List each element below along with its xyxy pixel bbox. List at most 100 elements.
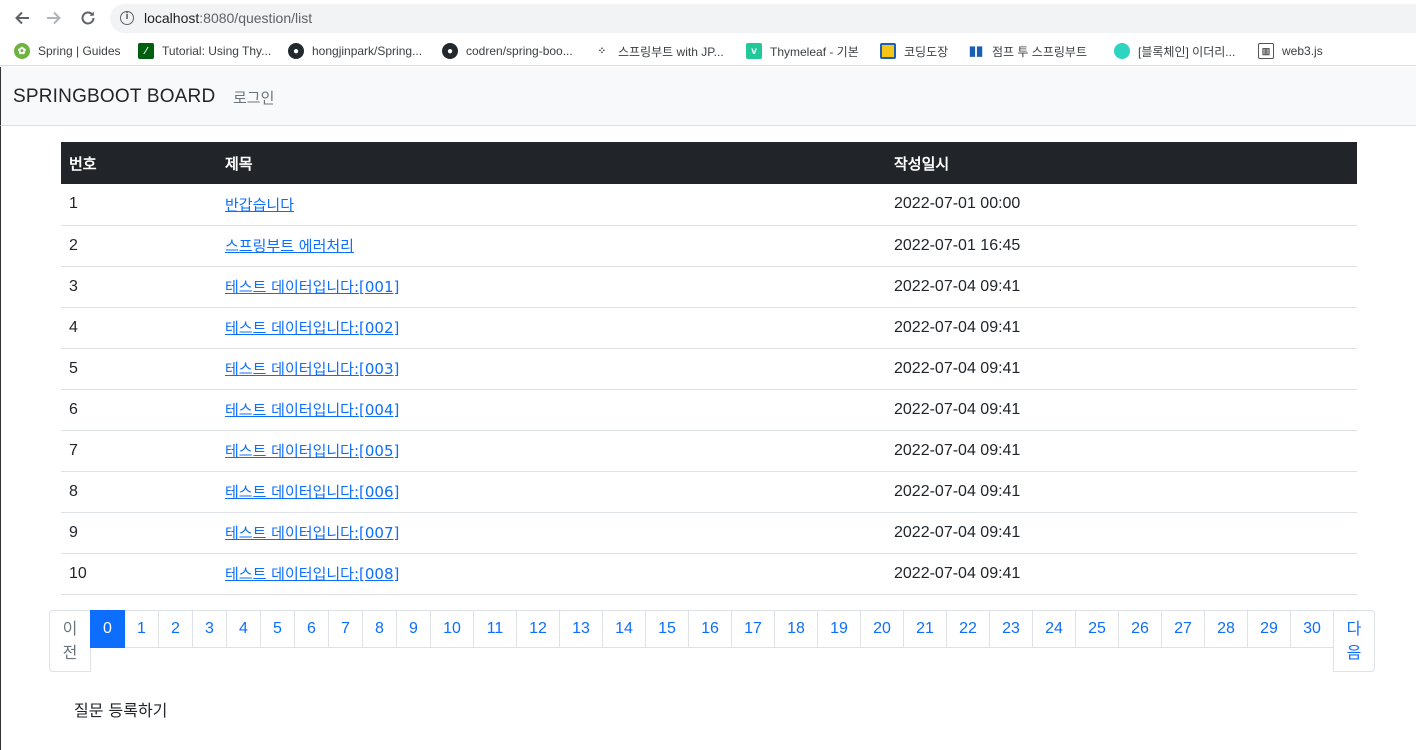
row-date: 2022-07-04 09:41 bbox=[894, 277, 1021, 295]
prev-page-button[interactable]: 이전 bbox=[49, 610, 91, 672]
bookmark-jump-to-springboot[interactable]: ▮▮ 점프 투 스프링부트 bbox=[968, 42, 1087, 60]
page-link-25[interactable]: 25 bbox=[1075, 610, 1119, 648]
question-link[interactable]: 반갑습니다 bbox=[225, 196, 294, 214]
bookmark-springboot-jpa[interactable]: ⁘ 스프링부트 with JP... bbox=[594, 42, 724, 60]
info-icon[interactable]: i bbox=[120, 11, 134, 25]
page-link-5[interactable]: 5 bbox=[260, 610, 295, 648]
row-date: 2022-07-04 09:41 bbox=[894, 564, 1021, 582]
page-link-16[interactable]: 16 bbox=[688, 610, 732, 648]
page-link-13[interactable]: 13 bbox=[559, 610, 603, 648]
page-link-0[interactable]: 0 bbox=[90, 610, 125, 648]
question-link[interactable]: 스프링부트 에러처리 bbox=[225, 237, 354, 255]
bookmark-label: codren/spring-boo... bbox=[466, 44, 573, 58]
page-link-6[interactable]: 6 bbox=[294, 610, 329, 648]
page-link-7[interactable]: 7 bbox=[328, 610, 363, 648]
page-link-26[interactable]: 26 bbox=[1118, 610, 1162, 648]
bookmark-label: [블록체인] 이더리... bbox=[1138, 44, 1236, 59]
row-num: 4 bbox=[69, 318, 78, 336]
table-row: 9 테스트 데이터입니다:[007] 2022-07-04 09:41 bbox=[61, 512, 1357, 553]
page-link-17[interactable]: 17 bbox=[731, 610, 775, 648]
page-link-15[interactable]: 15 bbox=[645, 610, 689, 648]
bookmark-thymeleaf-tutorial[interactable]: ⁄ Tutorial: Using Thy... bbox=[138, 42, 271, 60]
row-date: 2022-07-04 09:41 bbox=[894, 318, 1021, 336]
page-link-1[interactable]: 1 bbox=[124, 610, 159, 648]
create-question-button[interactable]: 질문 등록하기 bbox=[74, 697, 167, 721]
page-link-11[interactable]: 11 bbox=[473, 610, 517, 648]
reload-icon[interactable] bbox=[76, 6, 100, 30]
page-link-29[interactable]: 29 bbox=[1247, 610, 1291, 648]
blog-icon bbox=[1114, 43, 1130, 59]
row-date: 2022-07-04 09:41 bbox=[894, 523, 1021, 541]
row-num: 9 bbox=[69, 523, 78, 541]
bookmark-label: web3.js bbox=[1282, 44, 1323, 58]
page-link-28[interactable]: 28 bbox=[1204, 610, 1248, 648]
back-icon[interactable] bbox=[10, 6, 34, 30]
github-icon: ● bbox=[288, 43, 304, 59]
row-num: 7 bbox=[69, 441, 78, 459]
question-link[interactable]: 테스트 데이터입니다:[003] bbox=[225, 360, 399, 378]
page-link-23[interactable]: 23 bbox=[989, 610, 1033, 648]
row-num: 8 bbox=[69, 482, 78, 500]
table-row: 1 반갑습니다 2022-07-01 00:00 bbox=[61, 184, 1357, 225]
address-bar[interactable]: i localhost:8080/question/list bbox=[110, 4, 1416, 33]
forward-icon[interactable] bbox=[42, 6, 66, 30]
navbar-brand[interactable]: SPRINGBOOT BOARD bbox=[13, 86, 215, 108]
bookmark-thymeleaf-basic[interactable]: v Thymeleaf - 기본 bbox=[746, 42, 859, 60]
next-page-button[interactable]: 다음 bbox=[1333, 610, 1375, 672]
bookmark-codren[interactable]: ● codren/spring-boo... bbox=[442, 42, 573, 60]
table-row: 6 테스트 데이터입니다:[004] 2022-07-04 09:41 bbox=[61, 389, 1357, 430]
bookmark-label: Tutorial: Using Thy... bbox=[162, 44, 272, 58]
row-num: 10 bbox=[69, 564, 87, 582]
page-link-18[interactable]: 18 bbox=[774, 610, 818, 648]
row-date: 2022-07-04 09:41 bbox=[894, 400, 1021, 418]
page-link-4[interactable]: 4 bbox=[226, 610, 261, 648]
page-link-20[interactable]: 20 bbox=[860, 610, 904, 648]
page-link-3[interactable]: 3 bbox=[192, 610, 227, 648]
page-link-2[interactable]: 2 bbox=[158, 610, 193, 648]
table-header-row: 번호 제목 작성일시 bbox=[61, 142, 1357, 184]
question-link[interactable]: 테스트 데이터입니다:[002] bbox=[225, 319, 399, 337]
bookmark-blockchain[interactable]: [블록체인] 이더리... bbox=[1114, 42, 1235, 60]
question-link[interactable]: 테스트 데이터입니다:[005] bbox=[225, 442, 399, 460]
page-link-24[interactable]: 24 bbox=[1032, 610, 1076, 648]
page-link-22[interactable]: 22 bbox=[946, 610, 990, 648]
spring-leaf-icon: ✿ bbox=[14, 43, 30, 59]
question-link[interactable]: 테스트 데이터입니다:[004] bbox=[225, 401, 399, 419]
row-date: 2022-07-04 09:41 bbox=[894, 482, 1021, 500]
next-label-char: 음 bbox=[1346, 643, 1362, 662]
page-link-10[interactable]: 10 bbox=[430, 610, 474, 648]
page-link-14[interactable]: 14 bbox=[602, 610, 646, 648]
bookmark-hongjinpark[interactable]: ● hongjinpark/Spring... bbox=[288, 42, 422, 60]
header-num: 번호 bbox=[69, 154, 97, 173]
row-num: 6 bbox=[69, 400, 78, 418]
row-num: 2 bbox=[69, 236, 78, 254]
table-row: 4 테스트 데이터입니다:[002] 2022-07-04 09:41 bbox=[61, 307, 1357, 348]
thymeleaf-icon: ⁄ bbox=[138, 43, 154, 59]
question-link[interactable]: 테스트 데이터입니다:[007] bbox=[225, 524, 399, 542]
question-link[interactable]: 테스트 데이터입니다:[001] bbox=[225, 278, 399, 296]
page-link-21[interactable]: 21 bbox=[903, 610, 947, 648]
page-link-30[interactable]: 30 bbox=[1290, 610, 1334, 648]
row-num: 3 bbox=[69, 277, 78, 295]
question-link[interactable]: 테스트 데이터입니다:[006] bbox=[225, 483, 399, 501]
page-link-9[interactable]: 9 bbox=[396, 610, 431, 648]
bookmarks-bar: ✿ Spring | Guides ⁄ Tutorial: Using Thy.… bbox=[0, 36, 1416, 66]
page-link-19[interactable]: 19 bbox=[817, 610, 861, 648]
nav-login-link[interactable]: 로그인 bbox=[233, 87, 274, 108]
github-icon: ● bbox=[442, 43, 458, 59]
url-text: localhost:8080/question/list bbox=[144, 10, 313, 26]
row-date: 2022-07-01 16:45 bbox=[894, 236, 1021, 254]
bookmark-label: Thymeleaf - 기본 bbox=[770, 44, 859, 59]
bookmark-codingdojang[interactable]: 코딩도장 bbox=[880, 42, 948, 60]
question-link[interactable]: 테스트 데이터입니다:[008] bbox=[225, 565, 399, 583]
page-link-12[interactable]: 12 bbox=[516, 610, 560, 648]
table-row: 7 테스트 데이터입니다:[005] 2022-07-04 09:41 bbox=[61, 430, 1357, 471]
bookmark-spring-guides[interactable]: ✿ Spring | Guides bbox=[14, 42, 121, 60]
dots-icon: ⁘ bbox=[597, 45, 607, 57]
table-row: 3 테스트 데이터입니다:[001] 2022-07-04 09:41 bbox=[61, 266, 1357, 307]
table-row: 5 테스트 데이터입니다:[003] 2022-07-04 09:41 bbox=[61, 348, 1357, 389]
bookmark-web3js[interactable]: ▥ web3.js bbox=[1258, 42, 1323, 60]
page-link-8[interactable]: 8 bbox=[362, 610, 397, 648]
next-label-char: 다 bbox=[1346, 619, 1362, 638]
page-link-27[interactable]: 27 bbox=[1161, 610, 1205, 648]
